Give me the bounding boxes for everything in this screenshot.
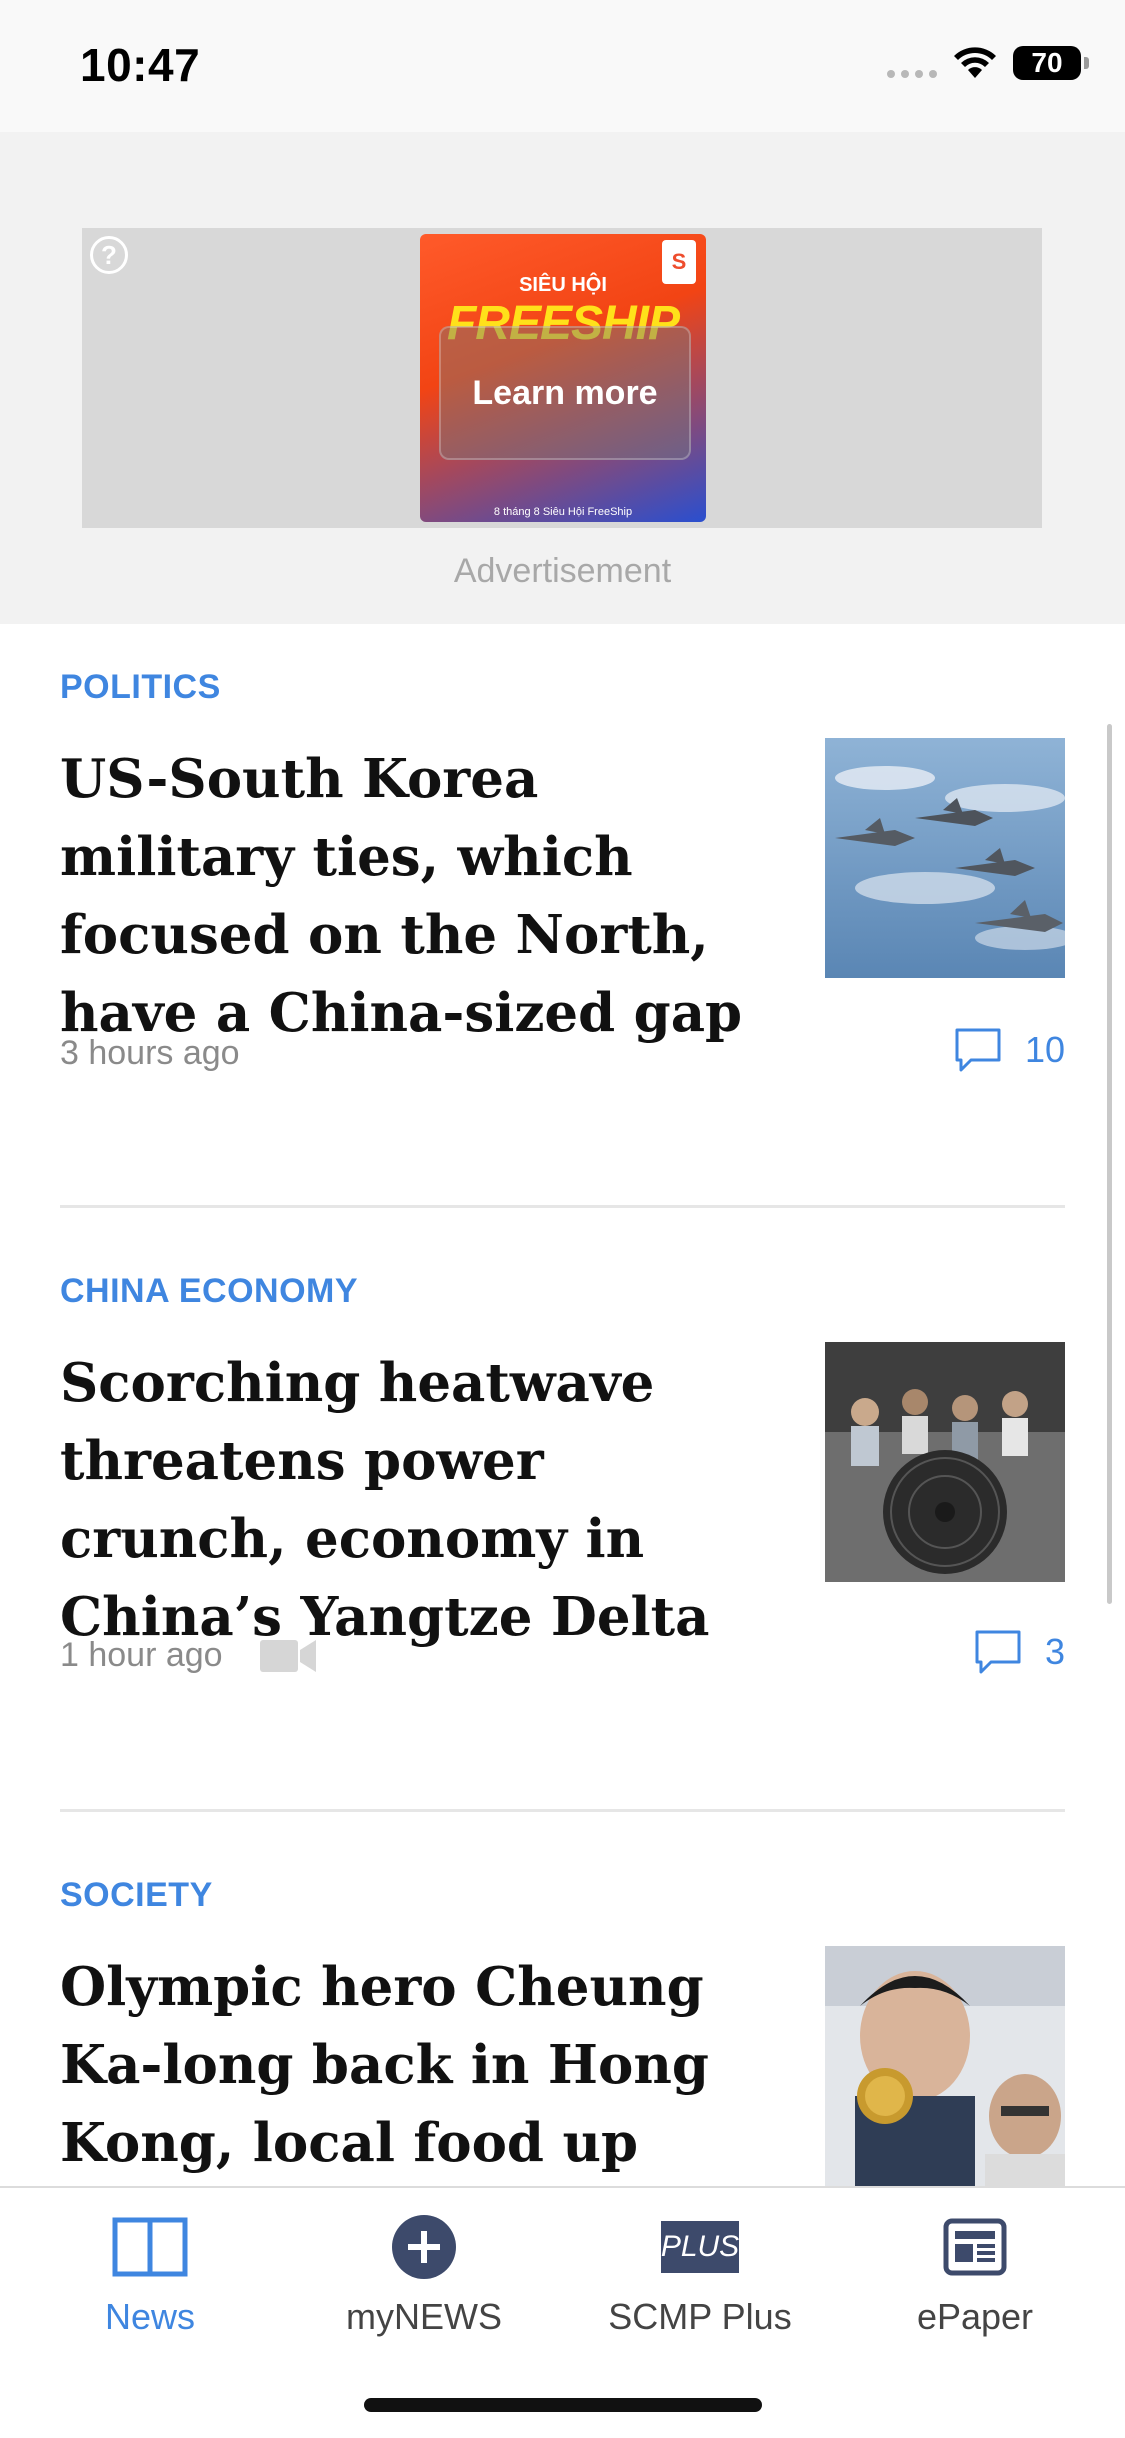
divider xyxy=(60,1809,1065,1812)
ad-container[interactable]: ? S SIÊU HỘI FREESHIP Learn more 8 tháng… xyxy=(82,228,1042,528)
ad-banner-top-text: SIÊU HỘI xyxy=(519,274,607,296)
ad-banner[interactable]: S SIÊU HỘI FREESHIP Learn more 8 tháng 8… xyxy=(420,234,706,522)
tab-scmp-plus[interactable]: PLUS SCMP Plus xyxy=(590,2214,810,2338)
article-category[interactable]: POLITICS xyxy=(60,668,221,707)
article-category[interactable]: SOCIETY xyxy=(60,1876,213,1915)
comment-count[interactable]: 3 xyxy=(973,1628,1065,1676)
comment-count-label: 3 xyxy=(1044,1631,1065,1672)
tab-epaper[interactable]: ePaper xyxy=(865,2214,1085,2338)
article-headline[interactable]: US-South Korea military ties, which focu… xyxy=(60,740,780,1052)
article-category[interactable]: CHINA ECONOMY xyxy=(60,1272,358,1311)
video-icon xyxy=(260,1640,316,1672)
scrollbar[interactable] xyxy=(1107,724,1112,1604)
article-time: 3 hours ago xyxy=(60,1034,240,1072)
comment-count-label: 10 xyxy=(1024,1029,1065,1070)
epaper-icon xyxy=(943,2218,1007,2276)
status-time: 10:47 xyxy=(80,39,201,91)
article-headline[interactable]: Scorching heatwave threatens power crunc… xyxy=(60,1344,780,1656)
news-book-icon xyxy=(112,2217,188,2277)
tab-mynews[interactable]: myNEWS xyxy=(314,2214,534,2338)
status-icons: 70 xyxy=(887,46,1089,80)
ad-area: ? S SIÊU HỘI FREESHIP Learn more 8 tháng… xyxy=(0,132,1125,624)
cellular-signal-icon xyxy=(887,48,937,78)
tab-label: SCMP Plus xyxy=(608,2296,792,2337)
home-indicator[interactable] xyxy=(364,2398,762,2412)
article-thumbnail[interactable] xyxy=(825,1342,1065,1582)
comment-icon xyxy=(955,1028,1001,1072)
tab-label: News xyxy=(104,2296,196,2337)
comment-icon xyxy=(975,1630,1021,1674)
article-thumbnail[interactable] xyxy=(825,1946,1065,2186)
divider xyxy=(60,1205,1065,1208)
ad-help-icon[interactable]: ? xyxy=(90,236,128,274)
status-bar: 10:47 70 xyxy=(0,0,1125,132)
article-thumbnail[interactable] xyxy=(825,738,1065,978)
ad-learn-more-button[interactable]: Learn more xyxy=(439,326,691,460)
ad-banner-footer: 8 tháng 8 Siêu Hội FreeShip xyxy=(493,506,633,518)
comment-count[interactable]: 10 xyxy=(953,1026,1065,1074)
tab-label: ePaper xyxy=(916,2296,1034,2337)
tab-label: myNEWS xyxy=(346,2296,502,2337)
tab-news[interactable]: News xyxy=(40,2214,260,2338)
ad-label: Advertisement xyxy=(453,552,672,590)
plus-badge-text: PLUS xyxy=(660,2230,740,2263)
article-time: 1 hour ago xyxy=(60,1636,223,1674)
battery-icon: 70 xyxy=(1013,46,1089,80)
wifi-icon xyxy=(954,47,996,78)
plus-badge-icon: PLUS xyxy=(661,2221,739,2273)
plus-circle-icon xyxy=(392,2215,456,2279)
